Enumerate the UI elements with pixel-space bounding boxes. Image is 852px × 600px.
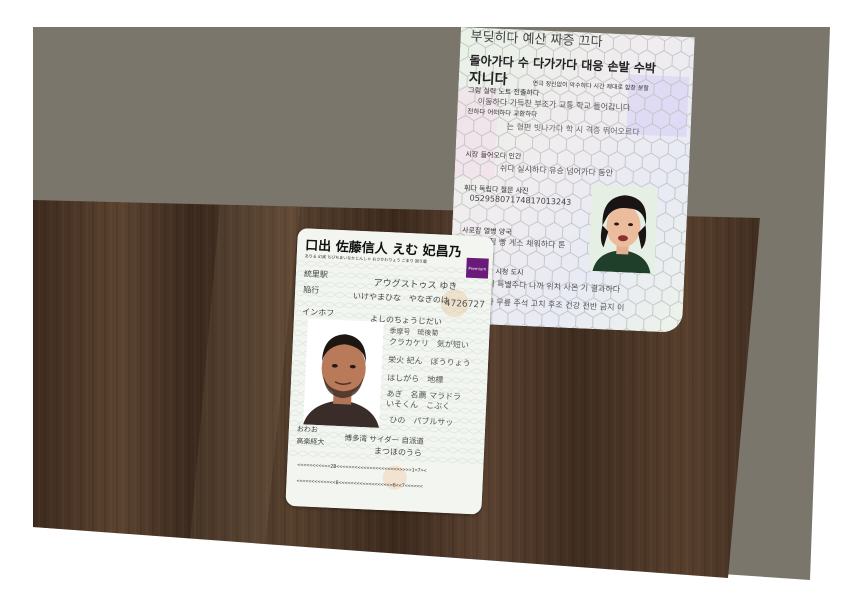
jp-portrait-photo bbox=[303, 318, 384, 428]
jp-badge: Premium bbox=[465, 257, 489, 279]
jp-field-label-0: 統里駅 bbox=[303, 269, 329, 280]
japanese-id-card: 口出 佐藤信人 えむ 妃昌乃 ありる 幻滅 ちびちまいなかじんしゃ おさかわりょ… bbox=[285, 228, 494, 515]
jp-field-label-3: インホフ bbox=[301, 307, 335, 318]
kr-portrait-photo bbox=[588, 184, 659, 274]
jp-field-label-12: 高楽経大 bbox=[296, 437, 325, 447]
jp-badge-label: Premium bbox=[468, 265, 487, 272]
photo-scene: 부딪히다 예산 짜증 끄다 돌아가다 수 다가가다 대응 손발 수박 지니다 연… bbox=[0, 0, 852, 600]
jp-field-value-2: 4726727 bbox=[444, 298, 485, 311]
jp-field-value-12: まつほのうら bbox=[373, 446, 423, 458]
jp-field-label-1: 陥行 bbox=[302, 285, 320, 296]
jp-field-label-11: おわお bbox=[296, 425, 319, 435]
